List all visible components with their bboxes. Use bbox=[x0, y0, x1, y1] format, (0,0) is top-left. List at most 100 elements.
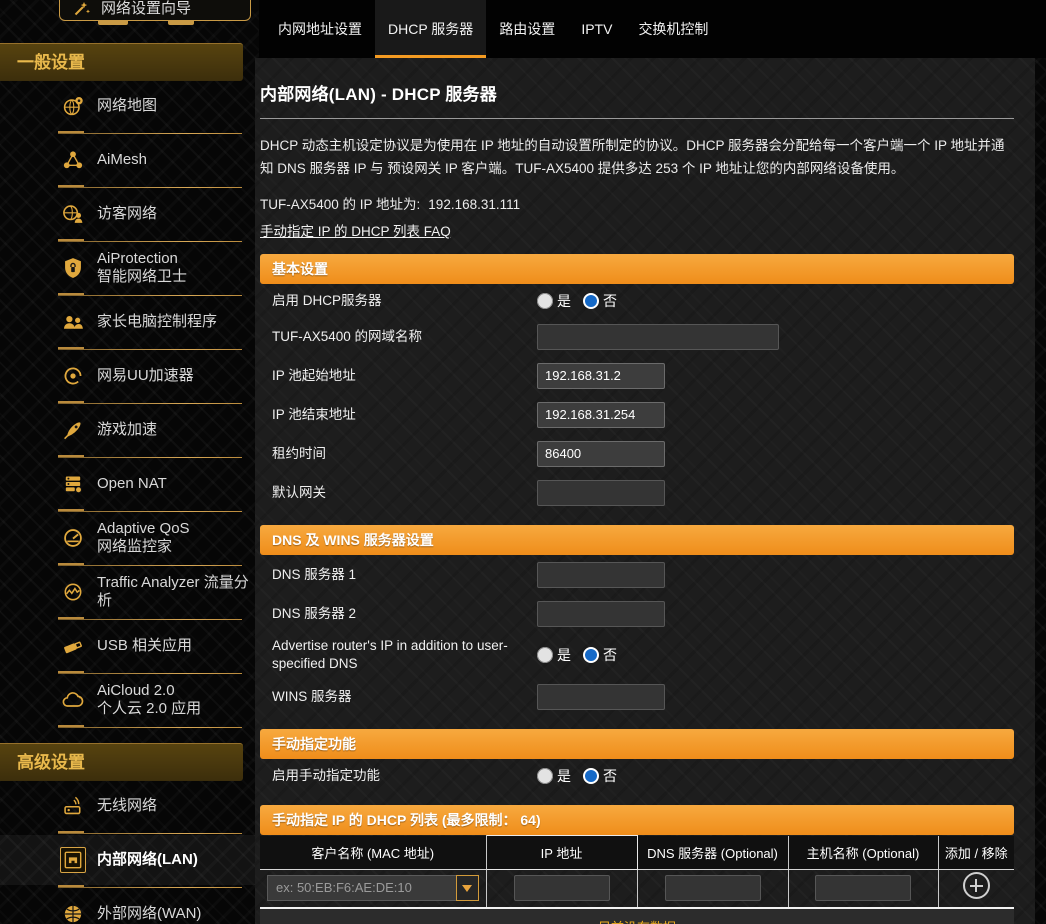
game-boost-rocket-icon bbox=[60, 417, 86, 443]
sidebar-item-line1: AiCloud 2.0 bbox=[97, 682, 175, 699]
tab-lan-ip[interactable]: 内网地址设置 bbox=[265, 0, 375, 58]
sidebar-item-label: 家长电脑控制程序 bbox=[97, 313, 217, 331]
sidebar-item-line1: Adaptive QoS bbox=[97, 520, 190, 537]
sidebar-item-label: USB 相关应用 bbox=[97, 637, 192, 655]
sidebar-item-label: 网络地图 bbox=[97, 97, 157, 115]
lease-time-label: 租约时间 bbox=[260, 445, 537, 463]
wins-input[interactable] bbox=[537, 684, 665, 710]
advertise-dns-no-radio[interactable] bbox=[583, 647, 599, 663]
sidebar-item-line2: 个人云 2.0 应用 bbox=[97, 700, 201, 717]
sidebar-item-label: Traffic Analyzer 流量分析 bbox=[97, 574, 259, 610]
sidebar-section-general: 一般设置 bbox=[0, 43, 243, 81]
sidebar-item-wireless[interactable]: 无线网络 bbox=[0, 781, 259, 831]
wizard-box-notch bbox=[168, 21, 194, 25]
dhcp-description: DHCP 动态主机设定协议是为使用在 IP 地址的自动设置所制定的协议。DHCP… bbox=[260, 134, 1014, 180]
dhcp-faq-link[interactable]: 手动指定 IP 的 DHCP 列表 FAQ bbox=[260, 220, 451, 240]
domain-name-input[interactable] bbox=[537, 324, 779, 350]
col-ip-address: IP 地址 bbox=[486, 836, 637, 870]
no-label: 否 bbox=[603, 766, 617, 786]
dns2-input[interactable] bbox=[537, 601, 665, 627]
sidebar-item-label: 无线网络 bbox=[97, 797, 157, 815]
network-map-icon bbox=[60, 93, 86, 119]
dns-cell bbox=[637, 870, 788, 908]
add-cell bbox=[938, 870, 1014, 908]
form-row-dns2: DNS 服务器 2 bbox=[260, 594, 1014, 633]
aicloud-icon bbox=[60, 687, 86, 713]
dns-server-input[interactable] bbox=[665, 875, 761, 901]
sidebar-item-label: AiProtection智能网络卫士 bbox=[97, 250, 187, 286]
sidebar-item-label: Adaptive QoS网络监控家 bbox=[97, 520, 190, 556]
enable-manual-radio-group: 是 否 bbox=[537, 766, 629, 786]
sidebar-item-label: AiCloud 2.0个人云 2.0 应用 bbox=[97, 682, 201, 718]
form-row-wins: WINS 服务器 bbox=[260, 677, 1014, 716]
sidebar-item-quick-setup-wizard[interactable]: 网络设置向导 bbox=[59, 0, 251, 21]
ip-address-input[interactable] bbox=[514, 875, 610, 901]
pool-end-input[interactable] bbox=[537, 402, 665, 428]
enable-manual-no-radio[interactable] bbox=[583, 768, 599, 784]
form-row-domain-name: TUF-AX5400 的网域名称 bbox=[260, 317, 1014, 356]
sidebar-item-network-map[interactable]: 网络地图 bbox=[0, 81, 259, 131]
sidebar-item-label: 内部网络(LAN) bbox=[97, 851, 198, 869]
aiprotection-shield-icon bbox=[60, 255, 86, 281]
sidebar-item-aiprotection[interactable]: AiProtection智能网络卫士 bbox=[0, 243, 259, 293]
yes-label: 是 bbox=[557, 645, 571, 665]
title-divider bbox=[260, 118, 1014, 119]
sidebar-item-guest-network[interactable]: 访客网络 bbox=[0, 189, 259, 239]
advertise-dns-yes-radio[interactable] bbox=[537, 647, 553, 663]
dns1-label: DNS 服务器 1 bbox=[260, 566, 537, 584]
enable-manual-yes-radio[interactable] bbox=[537, 768, 553, 784]
lan-port-icon bbox=[60, 847, 86, 873]
mac-address-select[interactable]: ex: 50:EB:F6:AE:DE:10 bbox=[267, 875, 456, 901]
guest-network-icon bbox=[60, 201, 86, 227]
sidebar-item-parental-controls[interactable]: 家长电脑控制程序 bbox=[0, 297, 259, 347]
lease-time-input[interactable] bbox=[537, 441, 665, 467]
enable-dhcp-no-radio[interactable] bbox=[583, 293, 599, 309]
tab-iptv[interactable]: IPTV bbox=[568, 0, 625, 58]
advertise-dns-label: Advertise router's IP in addition to use… bbox=[260, 637, 537, 673]
sidebar-item-usb-apps[interactable]: USB 相关应用 bbox=[0, 621, 259, 671]
section-header-dhcp-list: 手动指定 IP 的 DHCP 列表 (最多限制： 64) bbox=[260, 805, 1014, 835]
wireless-icon bbox=[60, 793, 86, 819]
default-gateway-label: 默认网关 bbox=[260, 484, 537, 502]
sidebar-item-label: Open NAT bbox=[97, 475, 167, 493]
lan-tab-bar: 内网地址设置 DHCP 服务器 路由设置 IPTV 交换机控制 bbox=[259, 0, 1046, 58]
sidebar: 网络设置向导 一般设置 网络地图 AiMesh 访客网络 AiProtectio… bbox=[0, 0, 259, 924]
default-gateway-input[interactable] bbox=[537, 480, 665, 506]
sidebar-item-game-boost[interactable]: 游戏加速 bbox=[0, 405, 259, 455]
col-dns-optional: DNS 服务器 (Optional) bbox=[637, 836, 788, 870]
pool-start-input[interactable] bbox=[537, 363, 665, 389]
pool-start-label: IP 池起始地址 bbox=[260, 367, 537, 385]
mac-dropdown-button[interactable] bbox=[456, 875, 479, 901]
dns1-input[interactable] bbox=[537, 562, 665, 588]
sidebar-item-uu-accelerator[interactable]: 网易UU加速器 bbox=[0, 351, 259, 401]
form-row-pool-end: IP 池结束地址 bbox=[260, 395, 1014, 434]
form-row-dns1: DNS 服务器 1 bbox=[260, 555, 1014, 594]
dns2-label: DNS 服务器 2 bbox=[260, 605, 537, 623]
yes-label: 是 bbox=[557, 291, 571, 311]
tab-switch-control[interactable]: 交换机控制 bbox=[625, 0, 721, 58]
sidebar-item-open-nat[interactable]: Open NAT bbox=[0, 459, 259, 509]
hostname-input[interactable] bbox=[815, 875, 911, 901]
tab-dhcp-server[interactable]: DHCP 服务器 bbox=[375, 0, 486, 58]
parental-controls-icon bbox=[60, 309, 86, 335]
col-add-remove: 添加 / 移除 bbox=[938, 836, 1014, 870]
router-ip-line: TUF-AX5400 的 IP 地址为:192.168.31.111 bbox=[260, 193, 1014, 213]
sidebar-item-aicloud[interactable]: AiCloud 2.0个人云 2.0 应用 bbox=[0, 675, 259, 725]
pool-end-label: IP 池结束地址 bbox=[260, 406, 537, 424]
sidebar-item-label: 网易UU加速器 bbox=[97, 367, 194, 385]
sidebar-item-aimesh[interactable]: AiMesh bbox=[0, 135, 259, 185]
sidebar-item-lan[interactable]: 内部网络(LAN) bbox=[0, 835, 259, 885]
enable-dhcp-yes-radio[interactable] bbox=[537, 293, 553, 309]
no-label: 否 bbox=[603, 645, 617, 665]
section-header-manual-assign: 手动指定功能 bbox=[260, 729, 1014, 759]
sidebar-item-adaptive-qos[interactable]: Adaptive QoS网络监控家 bbox=[0, 513, 259, 563]
table-input-row: ex: 50:EB:F6:AE:DE:10 bbox=[260, 870, 1014, 908]
add-entry-button[interactable] bbox=[963, 872, 990, 899]
sidebar-item-wan[interactable]: 外部网络(WAN) bbox=[0, 889, 259, 924]
sidebar-item-line2: 智能网络卫士 bbox=[97, 268, 187, 285]
tab-route[interactable]: 路由设置 bbox=[486, 0, 568, 58]
page-title: 内部网络(LAN) - DHCP 服务器 bbox=[260, 80, 1014, 105]
sidebar-item-traffic-analyzer[interactable]: Traffic Analyzer 流量分析 bbox=[0, 567, 259, 617]
wizard-box-notch bbox=[98, 21, 128, 25]
traffic-analyzer-icon bbox=[60, 579, 86, 605]
